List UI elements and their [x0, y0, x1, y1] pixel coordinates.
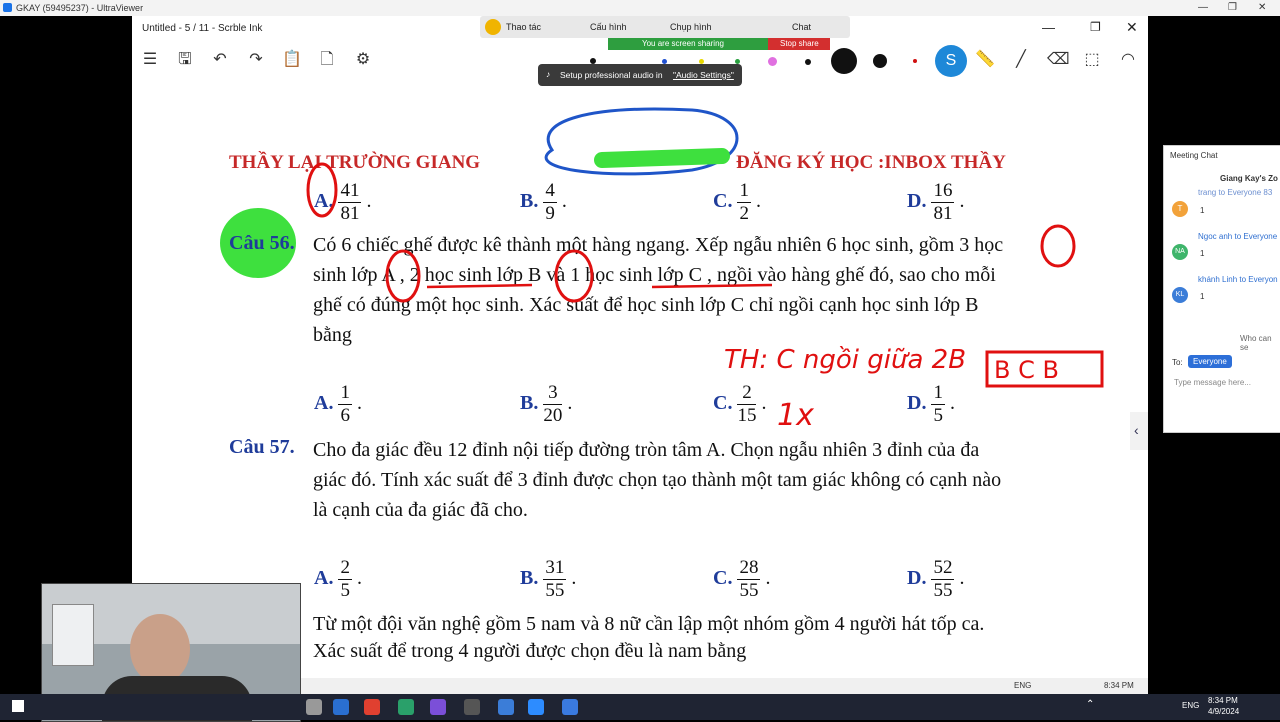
windows-start-icon[interactable]	[12, 700, 24, 712]
audio-prefix: Setup professional audio in	[560, 70, 663, 80]
line-icon[interactable]: ╱	[1011, 50, 1031, 70]
audio-settings-popup[interactable]: ♪ Setup professional audio in "Audio Set…	[538, 64, 742, 86]
undo-icon[interactable]: ↶	[210, 50, 230, 70]
audio-settings-link[interactable]: "Audio Settings"	[673, 70, 734, 80]
menu-icon[interactable]: ☰	[140, 50, 160, 70]
size-large-dot[interactable]	[831, 48, 857, 74]
chrome-icon[interactable]	[364, 699, 380, 715]
new-page-icon[interactable]: 🗋	[317, 50, 337, 70]
chat-sender: Ngoc anh to Everyone	[1198, 232, 1278, 241]
minimize-icon[interactable]: —	[1042, 20, 1055, 35]
taskbar-time: 8:34 PM	[1208, 696, 1238, 705]
ultraviewer-title: GKAY (59495237) - UltraViewer	[16, 3, 144, 13]
eraser-icon[interactable]: ⌫	[1047, 50, 1070, 70]
chat-message: 1	[1200, 249, 1205, 258]
color-pink-dot[interactable]	[768, 57, 777, 66]
stop-share-label: Stop share	[780, 39, 819, 48]
ink-circle-classA	[385, 249, 421, 303]
minimize-icon[interactable]: —	[1198, 2, 1208, 13]
clipboard-icon[interactable]: 📋	[282, 50, 302, 70]
collapse-arrow[interactable]: ‹	[1130, 412, 1148, 450]
windows-taskbar: ⌃ ENG 8:34 PM 4/9/2024	[0, 694, 1280, 720]
whiteboard	[52, 604, 94, 666]
view-icon[interactable]: ◠	[1118, 50, 1138, 70]
document-title: Untitled - 5 / 11 - Scrble Ink	[142, 23, 263, 34]
pen-tool-icon[interactable]: S	[935, 45, 967, 77]
mail-icon[interactable]	[333, 699, 349, 715]
chat-room-name: Giang Kay's Zo	[1220, 174, 1278, 183]
app-icon[interactable]	[498, 699, 514, 715]
ink-count-text: 1x	[777, 398, 814, 433]
phone-icon[interactable]	[464, 699, 480, 715]
chat-message: 1	[1200, 292, 1205, 301]
avatar: T	[1172, 201, 1188, 217]
chevron-left-icon: ‹	[1134, 422, 1139, 438]
avatar: KL	[1172, 287, 1188, 303]
ink-underline-2	[651, 283, 773, 289]
ops-button[interactable]: Thao tác	[506, 22, 541, 32]
restore-icon[interactable]: ❐	[1090, 20, 1101, 34]
recipient-select[interactable]: Everyone	[1188, 355, 1232, 368]
ink-circle-a	[306, 162, 338, 218]
remote-taskbar: ENG 8:34 PM	[298, 678, 1148, 694]
sharing-text: You are screen sharing	[642, 39, 724, 48]
ink-note-text: TH: C ngồi giữa 2B	[724, 345, 966, 375]
chat-input[interactable]: Type message here...	[1174, 378, 1251, 387]
restore-icon[interactable]: ❐	[1228, 2, 1237, 13]
app-icon[interactable]	[562, 699, 578, 715]
meeting-chat-panel: Meeting Chat Giang Kay's Zo trang to Eve…	[1163, 145, 1280, 433]
ink-underline-1	[426, 283, 533, 289]
who-can-see[interactable]: Who can se	[1240, 334, 1280, 352]
ultraviewer-titlebar: GKAY (59495237) - UltraViewer — ❐ ✕	[0, 0, 1280, 16]
close-icon[interactable]: ✕	[1126, 19, 1138, 36]
ink-circle-classB	[554, 249, 594, 303]
ink-circle-3	[1040, 224, 1076, 268]
music-note-icon: ♪	[546, 69, 551, 79]
select-icon[interactable]: ⬚	[1082, 50, 1102, 70]
chat-sender: khánh Linh to Everyon	[1198, 275, 1278, 284]
zoom-share-toolbar: Thao tác Cấu hình Chụp hình Chat	[480, 16, 850, 38]
settings-sliders-icon[interactable]: ⚙	[353, 50, 373, 70]
close-icon[interactable]: ✕	[1258, 2, 1266, 13]
person-face	[130, 614, 190, 684]
screenshot-button[interactable]: Chụp hình	[670, 22, 712, 32]
taskbar-date: 4/9/2024	[1208, 707, 1240, 716]
chat-message: 1	[1200, 206, 1205, 215]
ink-seat-text: B C B	[994, 356, 1059, 384]
chevron-up-icon[interactable]: ⌃	[1086, 699, 1094, 710]
taskbar-lang: ENG	[1182, 701, 1200, 710]
save-icon[interactable]: 🖫	[175, 50, 195, 70]
ruler-icon[interactable]: 📏	[975, 50, 995, 70]
app-icon[interactable]	[398, 699, 414, 715]
stop-share-button[interactable]: Stop share	[768, 38, 830, 50]
config-button[interactable]: Cấu hình	[590, 22, 627, 32]
size-medium-dot[interactable]	[873, 54, 887, 68]
avatar: NA	[1172, 244, 1188, 260]
chat-button[interactable]: Chat	[792, 22, 811, 32]
remote-time: 8:34 PM	[1104, 681, 1134, 690]
app-icon[interactable]	[430, 699, 446, 715]
chat-title: Meeting Chat	[1170, 151, 1218, 160]
ops-icon[interactable]	[485, 19, 501, 35]
to-label: To:	[1172, 358, 1183, 367]
redo-icon[interactable]: ↷	[246, 50, 266, 70]
color-red-dot[interactable]	[913, 59, 917, 63]
zoom-icon[interactable]	[528, 699, 544, 715]
chat-partial-sender: trang to Everyone 83	[1198, 188, 1273, 197]
app-icon[interactable]	[306, 699, 322, 715]
remote-lang: ENG	[1014, 681, 1032, 690]
ultraviewer-logo-icon	[3, 3, 12, 12]
ink-green-stroke	[594, 148, 730, 168]
size-small-dot[interactable]	[805, 59, 811, 65]
